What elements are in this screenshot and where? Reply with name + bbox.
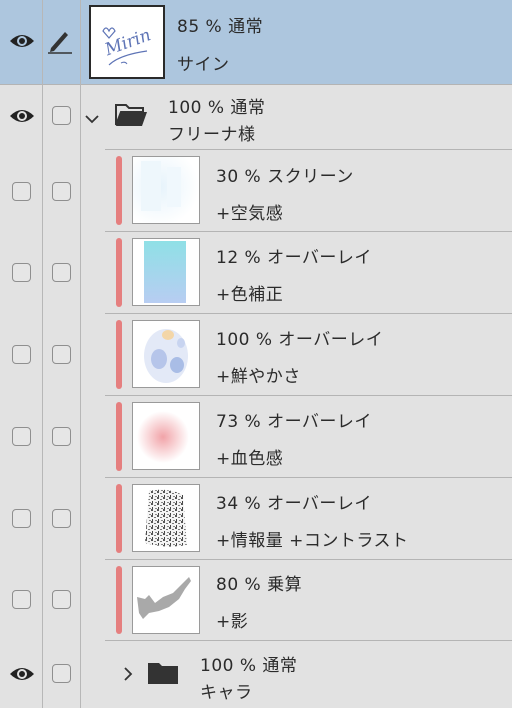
layer-row-color-correction[interactable]: 12 % オーバーレイ +色補正 bbox=[0, 232, 512, 313]
edit-checkbox[interactable] bbox=[52, 509, 71, 528]
layer-thumbnail-vividness bbox=[132, 320, 200, 388]
edit-checkbox[interactable] bbox=[52, 664, 71, 683]
layer-name: +影 bbox=[216, 612, 249, 632]
layer-opacity-blend: 80 % 乗算 bbox=[216, 575, 303, 595]
layer-thumbnail-shadow bbox=[132, 566, 200, 634]
layer-name: +色補正 bbox=[216, 285, 284, 305]
layer-thumbnail-color-correction bbox=[132, 238, 200, 306]
chevron-right-icon[interactable] bbox=[120, 666, 136, 682]
edit-checkbox[interactable] bbox=[52, 427, 71, 446]
visibility-checkbox[interactable] bbox=[12, 590, 31, 609]
eye-icon[interactable] bbox=[9, 665, 35, 683]
layer-opacity-blend: 100 % オーバーレイ bbox=[216, 330, 384, 350]
layer-panel: Mirin 85 % 通常 サイン 100 % 通常 フリーナ様 30 % スク… bbox=[0, 0, 512, 708]
layer-name: +情報量 +コントラスト bbox=[216, 531, 409, 551]
layer-name: +血色感 bbox=[216, 449, 284, 469]
layer-name: キャラ bbox=[200, 683, 253, 703]
layer-thumbnail-signature: Mirin bbox=[89, 5, 165, 79]
layer-opacity-blend: 85 % 通常 bbox=[177, 17, 264, 37]
layer-opacity-blend: 73 % オーバーレイ bbox=[216, 412, 372, 432]
folder-row-furina[interactable]: 100 % 通常 フリーナ様 bbox=[0, 85, 512, 149]
folder-open-icon bbox=[115, 104, 147, 126]
eye-icon[interactable] bbox=[9, 107, 35, 125]
clipping-indicator bbox=[116, 402, 122, 471]
visibility-checkbox[interactable] bbox=[12, 263, 31, 282]
layer-row-signature[interactable]: Mirin 85 % 通常 サイン bbox=[0, 0, 512, 84]
layer-thumbnail-air bbox=[132, 156, 200, 224]
edit-checkbox[interactable] bbox=[52, 106, 71, 125]
layer-row-blush[interactable]: 73 % オーバーレイ +血色感 bbox=[0, 396, 512, 477]
visibility-checkbox[interactable] bbox=[12, 509, 31, 528]
layer-name: サイン bbox=[177, 55, 230, 75]
eye-icon[interactable] bbox=[9, 32, 35, 50]
layer-name: フリーナ様 bbox=[168, 125, 256, 145]
layer-row-air[interactable]: 30 % スクリーン +空気感 bbox=[0, 150, 512, 231]
visibility-checkbox[interactable] bbox=[12, 182, 31, 201]
clipping-indicator bbox=[116, 566, 122, 634]
layer-opacity-blend: 30 % スクリーン bbox=[216, 167, 354, 187]
layer-row-vividness[interactable]: 100 % オーバーレイ +鮮やかさ bbox=[0, 314, 512, 395]
edit-checkbox[interactable] bbox=[52, 590, 71, 609]
clipping-indicator bbox=[116, 320, 122, 389]
clipping-indicator bbox=[116, 238, 122, 307]
folder-closed-icon bbox=[148, 663, 178, 684]
layer-opacity-blend: 100 % 通常 bbox=[168, 98, 266, 118]
chevron-down-icon[interactable] bbox=[84, 111, 100, 127]
layer-opacity-blend: 34 % オーバーレイ bbox=[216, 494, 372, 514]
clipping-indicator bbox=[116, 484, 122, 553]
folder-row-chara[interactable]: 100 % 通常 キャラ bbox=[0, 641, 512, 708]
edit-checkbox[interactable] bbox=[52, 345, 71, 364]
layer-opacity-blend: 12 % オーバーレイ bbox=[216, 248, 372, 268]
layer-name: +鮮やかさ bbox=[216, 367, 301, 387]
layer-row-shadow[interactable]: 80 % 乗算 +影 bbox=[0, 560, 512, 640]
layer-opacity-blend: 100 % 通常 bbox=[200, 656, 298, 676]
layer-thumbnail-blush bbox=[132, 402, 200, 470]
layer-thumbnail-detail bbox=[132, 484, 200, 552]
layer-name: +空気感 bbox=[216, 204, 284, 224]
visibility-checkbox[interactable] bbox=[12, 427, 31, 446]
edit-checkbox[interactable] bbox=[52, 263, 71, 282]
edit-checkbox[interactable] bbox=[52, 182, 71, 201]
pen-edit-icon[interactable] bbox=[46, 28, 72, 54]
column-divider bbox=[42, 0, 43, 708]
layer-row-detail-contrast[interactable]: 34 % オーバーレイ +情報量 +コントラスト bbox=[0, 478, 512, 559]
column-divider bbox=[80, 0, 81, 708]
visibility-checkbox[interactable] bbox=[12, 345, 31, 364]
clipping-indicator bbox=[116, 156, 122, 225]
